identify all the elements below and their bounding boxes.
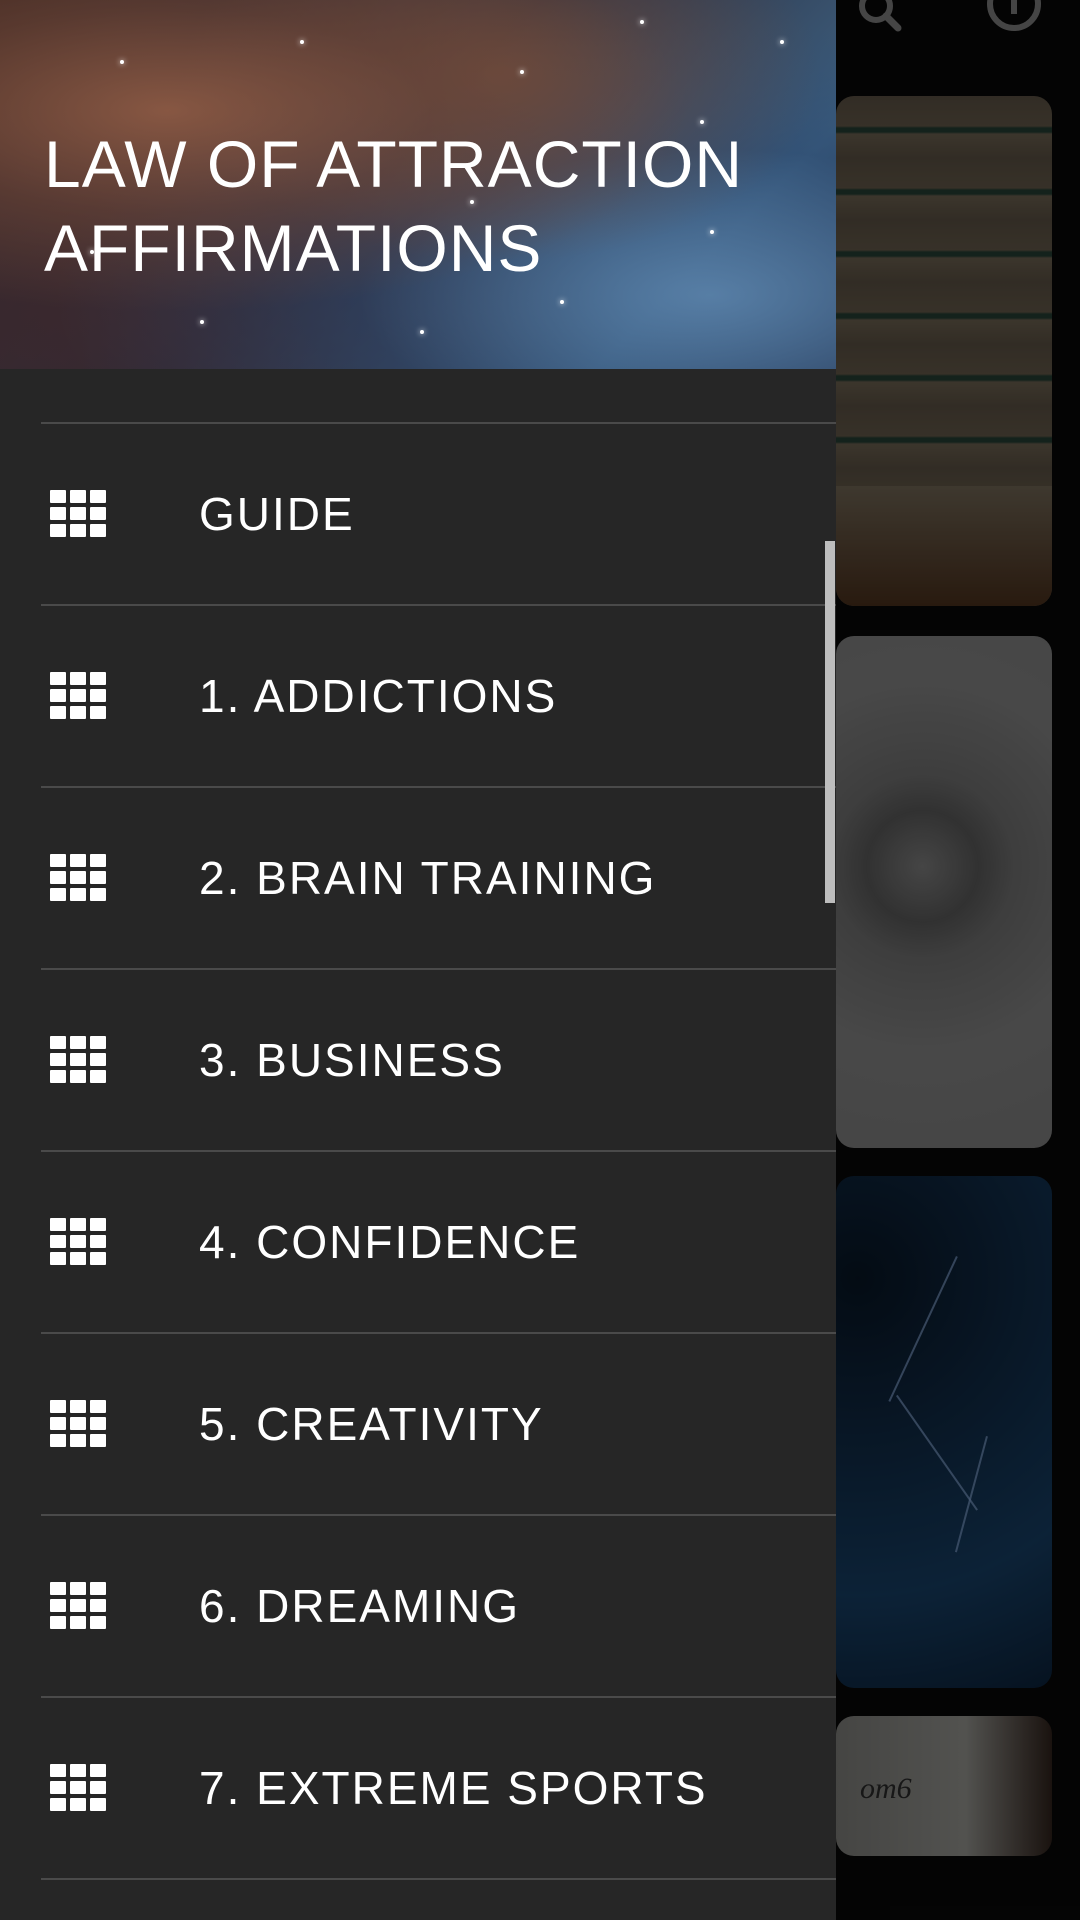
menu-item-label: 4. CONFIDENCE (199, 1216, 581, 1268)
menu-item-label: 3. BUSINESS (199, 1034, 505, 1086)
menu-item-addictions[interactable]: 1. ADDICTIONS (0, 606, 836, 786)
grid-icon (50, 1764, 106, 1812)
grid-icon (50, 1218, 106, 1266)
grid-icon (50, 1582, 106, 1630)
menu-item-label: 1. ADDICTIONS (199, 670, 558, 722)
grid-icon (50, 672, 106, 720)
drawer-header-image: LAW OF ATTRACTION AFFIRMATIONS (0, 0, 836, 369)
menu-item-business[interactable]: 3. BUSINESS (0, 970, 836, 1150)
menu-item-label: 6. DREAMING (199, 1580, 521, 1632)
navigation-drawer: LAW OF ATTRACTION AFFIRMATIONS GUIDE 1. … (0, 0, 836, 1920)
menu-item-guide[interactable]: GUIDE (0, 424, 836, 604)
grid-icon (50, 1036, 106, 1084)
menu-item-brain-training[interactable]: 2. BRAIN TRAINING (0, 788, 836, 968)
grid-icon (50, 854, 106, 902)
menu-item-dreaming[interactable]: 6. DREAMING (0, 1516, 836, 1696)
scrollbar[interactable] (825, 541, 835, 903)
menu-item-label: 7. EXTREME SPORTS (199, 1762, 708, 1814)
menu-item-creativity[interactable]: 5. CREATIVITY (0, 1334, 836, 1514)
menu-item-confidence[interactable]: 4. CONFIDENCE (0, 1152, 836, 1332)
grid-icon (50, 1400, 106, 1448)
drawer-menu: GUIDE 1. ADDICTIONS 2. BRAIN TRAINING 3.… (0, 369, 836, 1880)
app-title: LAW OF ATTRACTION AFFIRMATIONS (44, 127, 744, 285)
menu-item-label: GUIDE (199, 488, 355, 540)
grid-icon (50, 490, 106, 538)
menu-item-extreme-sports[interactable]: 7. EXTREME SPORTS (0, 1698, 836, 1878)
menu-item-label: 5. CREATIVITY (199, 1398, 544, 1450)
divider (41, 1878, 836, 1880)
menu-item-label: 2. BRAIN TRAINING (199, 852, 657, 904)
